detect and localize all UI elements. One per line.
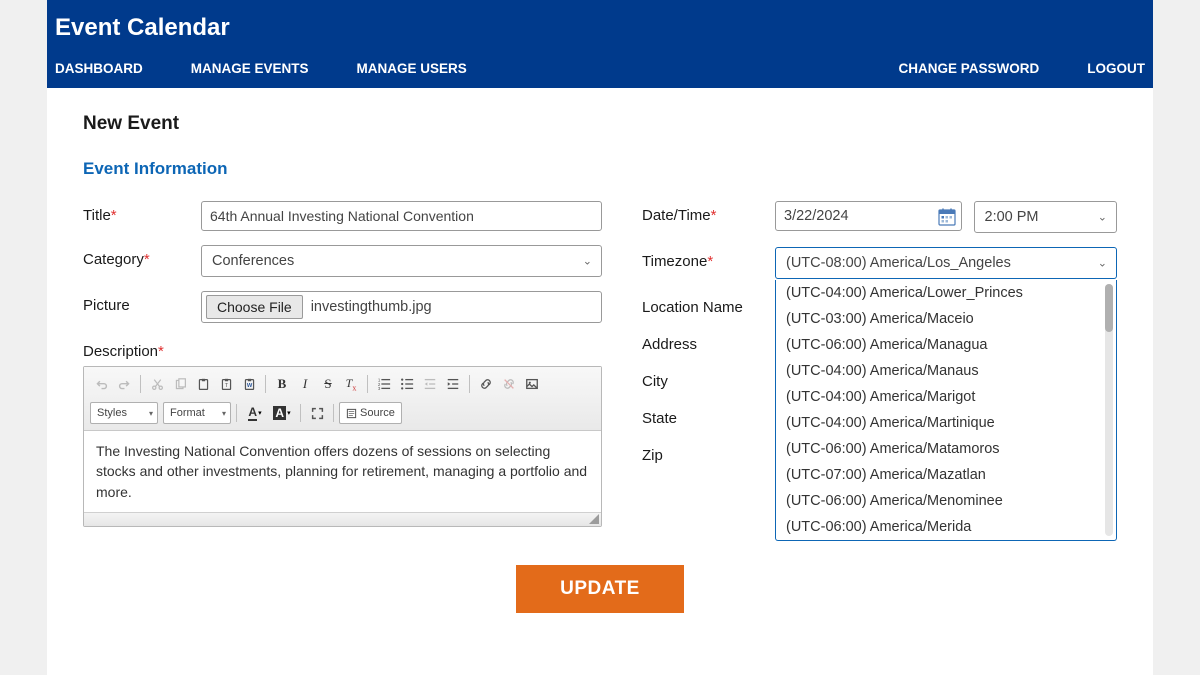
unordered-list-icon[interactable] bbox=[396, 373, 418, 395]
rich-text-editor: T W B I S Tx 123 bbox=[83, 366, 602, 527]
resize-handle-icon[interactable] bbox=[589, 514, 599, 524]
label-picture: Picture bbox=[83, 291, 201, 314]
timezone-option[interactable]: (UTC-04:00) America/Manaus bbox=[776, 358, 1102, 384]
svg-text:W: W bbox=[246, 382, 252, 388]
bold-icon[interactable]: B bbox=[271, 373, 293, 395]
image-icon[interactable] bbox=[521, 373, 543, 395]
label-description: Description* bbox=[83, 337, 201, 360]
italic-icon[interactable]: I bbox=[294, 373, 316, 395]
undo-icon[interactable] bbox=[90, 373, 112, 395]
title-input[interactable] bbox=[201, 201, 602, 231]
calendar-icon[interactable] bbox=[937, 207, 957, 227]
indent-icon[interactable] bbox=[442, 373, 464, 395]
date-input[interactable] bbox=[775, 201, 962, 231]
description-textarea[interactable]: The Investing National Convention offers… bbox=[84, 431, 601, 512]
timezone-option[interactable]: (UTC-06:00) America/Managua bbox=[776, 332, 1102, 358]
editor-toolbar: T W B I S Tx 123 bbox=[84, 367, 601, 431]
svg-text:T: T bbox=[224, 382, 228, 388]
redo-icon[interactable] bbox=[113, 373, 135, 395]
link-icon[interactable] bbox=[475, 373, 497, 395]
timezone-value: (UTC-08:00) America/Los_Angeles bbox=[786, 255, 1011, 271]
header-bar: Event Calendar bbox=[47, 0, 1153, 52]
timezone-option[interactable]: (UTC-06:00) America/Merida bbox=[776, 514, 1102, 540]
label-zip: Zip bbox=[642, 441, 775, 464]
maximize-icon[interactable] bbox=[306, 402, 328, 424]
unlink-icon[interactable] bbox=[498, 373, 520, 395]
timezone-option[interactable]: (UTC-04:00) America/Lower_Princes bbox=[776, 280, 1102, 306]
nav-manage-users[interactable]: MANAGE USERS bbox=[349, 61, 475, 76]
bg-color-icon[interactable]: A▾ bbox=[269, 402, 295, 424]
timezone-option[interactable]: (UTC-06:00) America/Menominee bbox=[776, 488, 1102, 514]
paste-text-icon[interactable]: T bbox=[215, 373, 237, 395]
remove-format-icon[interactable]: Tx bbox=[340, 373, 362, 395]
nav-dashboard[interactable]: DASHBOARD bbox=[47, 61, 151, 76]
cut-icon[interactable] bbox=[146, 373, 168, 395]
choose-file-button[interactable]: Choose File bbox=[206, 295, 303, 319]
page-title: New Event bbox=[83, 113, 1117, 135]
paste-icon[interactable] bbox=[192, 373, 214, 395]
label-category: Category* bbox=[83, 245, 201, 268]
update-button[interactable]: UPDATE bbox=[516, 565, 684, 613]
category-select[interactable]: Conferences bbox=[201, 245, 602, 277]
label-address: Address bbox=[642, 330, 775, 353]
nav-change-password[interactable]: CHANGE PASSWORD bbox=[890, 61, 1047, 76]
category-value: Conferences bbox=[212, 253, 294, 269]
timezone-option[interactable]: (UTC-03:00) America/Maceio bbox=[776, 306, 1102, 332]
timezone-dropdown: (UTC-04:00) America/Lower_Princes (UTC-0… bbox=[775, 280, 1117, 541]
format-dropdown[interactable]: Format▾ bbox=[163, 402, 231, 424]
paste-word-icon[interactable]: W bbox=[238, 373, 260, 395]
nav-logout[interactable]: LOGOUT bbox=[1079, 61, 1153, 76]
nav-manage-events[interactable]: MANAGE EVENTS bbox=[183, 61, 317, 76]
nav-bar: DASHBOARD MANAGE EVENTS MANAGE USERS CHA… bbox=[47, 52, 1153, 88]
editor-footer bbox=[84, 512, 601, 526]
label-state: State bbox=[642, 404, 775, 427]
svg-text:3: 3 bbox=[378, 386, 381, 391]
ordered-list-icon[interactable]: 123 bbox=[373, 373, 395, 395]
timezone-option[interactable]: (UTC-04:00) America/Marigot bbox=[776, 384, 1102, 410]
time-value: 2:00 PM bbox=[985, 209, 1039, 225]
brand-title: Event Calendar bbox=[47, 14, 1153, 42]
label-city: City bbox=[642, 367, 775, 390]
strike-icon[interactable]: S bbox=[317, 373, 339, 395]
source-button[interactable]: Source bbox=[339, 402, 402, 424]
styles-dropdown[interactable]: Styles▾ bbox=[90, 402, 158, 424]
label-title: Title* bbox=[83, 201, 201, 224]
picture-file-input[interactable]: Choose File investingthumb.jpg bbox=[201, 291, 602, 323]
label-location-name: Location Name bbox=[642, 293, 775, 316]
timezone-select[interactable]: (UTC-08:00) America/Los_Angeles bbox=[775, 247, 1117, 279]
section-title: Event Information bbox=[83, 159, 1117, 179]
timezone-option[interactable]: (UTC-07:00) America/Mazatlan bbox=[776, 462, 1102, 488]
file-name: investingthumb.jpg bbox=[311, 299, 432, 315]
label-date-time: Date/Time* bbox=[642, 201, 775, 224]
scrollbar-thumb[interactable] bbox=[1105, 284, 1113, 332]
label-timezone: Timezone* bbox=[642, 247, 775, 270]
outdent-icon[interactable] bbox=[419, 373, 441, 395]
copy-icon[interactable] bbox=[169, 373, 191, 395]
timezone-option[interactable]: (UTC-06:00) America/Matamoros bbox=[776, 436, 1102, 462]
time-select[interactable]: 2:00 PM bbox=[974, 201, 1117, 233]
timezone-option[interactable]: (UTC-04:00) America/Martinique bbox=[776, 410, 1102, 436]
text-color-icon[interactable]: A▾ bbox=[242, 402, 268, 424]
